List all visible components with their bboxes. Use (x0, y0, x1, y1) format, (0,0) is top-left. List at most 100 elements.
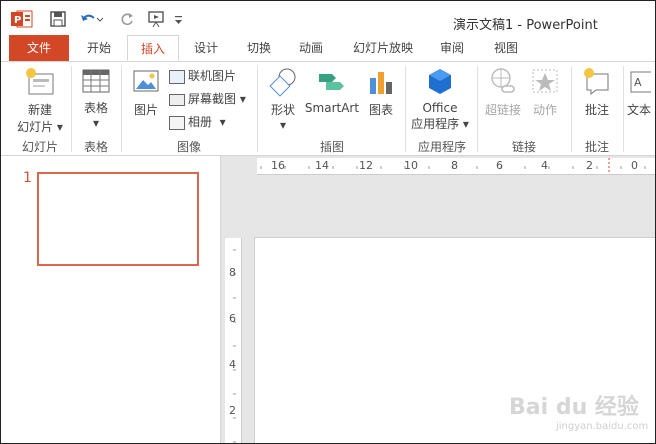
table-dropdown-arrow: ▾ (92, 116, 100, 130)
ruler-label: 2 (229, 404, 236, 417)
svg-text:A: A (634, 76, 642, 89)
tab-design[interactable]: 设计 (183, 35, 229, 61)
group-label-links: 链接 (511, 140, 536, 154)
group-divider (71, 66, 72, 152)
pictures-button[interactable]: 图片 (127, 66, 165, 118)
table-icon (82, 69, 110, 93)
office-apps-button[interactable]: Office 应用程序 ▾ (409, 66, 471, 132)
office-apps-label-1: Office (422, 101, 458, 115)
comment-label: 批注 (584, 103, 609, 117)
group-label-apps: 应用程序 (417, 140, 466, 154)
textbox-label: 文本 (627, 103, 652, 117)
group-divider (571, 66, 572, 152)
tab-home[interactable]: 开始 (76, 35, 122, 61)
textbox-icon: A (630, 71, 654, 93)
ruler-label: 4 (229, 358, 236, 371)
tab-slideshow[interactable]: 幻灯片放映 (345, 35, 421, 61)
ruler-label: 8 (229, 266, 236, 279)
chart-label: 图表 (368, 103, 393, 117)
hyperlink-icon (491, 68, 515, 93)
shapes-icon (269, 68, 296, 97)
ribbon-insert: 新建 幻灯片 ▾ 幻灯片 表格 ▾ 表格 图片 联机图片 屏幕截图 ▾ 相册 ▾… (1, 62, 655, 156)
screenshot-button[interactable]: 屏幕截图 ▾ (169, 90, 246, 107)
slideshow-icon[interactable] (147, 10, 167, 28)
tab-file[interactable]: 文件 (9, 35, 69, 61)
shapes-button[interactable]: 形状 ▾ (263, 66, 303, 132)
table-label: 表格 (83, 101, 108, 115)
new-slide-button[interactable]: 新建 幻灯片 ▾ (13, 66, 67, 135)
album-button[interactable]: 相册 ▾ (169, 113, 226, 130)
tab-review[interactable]: 审阅 (429, 35, 475, 61)
ruler-label: 6 (229, 312, 236, 325)
group-divider (121, 66, 122, 152)
customize-icon[interactable] (173, 10, 185, 28)
smartart-button[interactable]: SmartArt (304, 66, 360, 115)
new-slide-label-1: 新建 (27, 103, 52, 117)
svg-text:P: P (14, 15, 21, 26)
comment-icon (584, 68, 609, 96)
smartart-label: SmartArt (304, 101, 360, 115)
ruler-label: 2 (586, 159, 593, 172)
watermark-url: jingyan.baidu.com (556, 421, 649, 432)
title-bar: P 演示文稿1 - PowerPoint (1, 1, 655, 35)
hyperlink-button[interactable]: 超链接 (482, 66, 524, 118)
smartart-icon (319, 74, 344, 90)
action-label: 动作 (532, 103, 557, 117)
ribbon-tabs: 文件 开始 插入 设计 切换 动画 幻灯片放映 审阅 视图 (1, 35, 655, 62)
action-button[interactable]: 动作 (526, 66, 564, 118)
slide-thumbnails-pane[interactable]: 1 (1, 156, 221, 443)
redo-icon[interactable] (118, 10, 136, 28)
group-divider (257, 66, 258, 152)
tab-view[interactable]: 视图 (483, 35, 529, 61)
group-label-slides: 幻灯片 (21, 140, 58, 154)
album-label: 相册 (188, 115, 213, 129)
album-icon (169, 115, 185, 130)
shapes-dropdown-arrow: ▾ (279, 118, 287, 132)
group-divider (405, 66, 406, 152)
powerpoint-icon[interactable]: P (11, 10, 33, 28)
picture-icon (133, 70, 159, 92)
ruler-label: 0 (631, 159, 638, 172)
online-pictures-icon (169, 69, 185, 84)
tab-insert[interactable]: 插入 (127, 35, 179, 61)
group-label-tables: 表格 (83, 140, 108, 154)
powerpoint-window: P 演示文稿1 - PowerPoint 文件 开始 插入 设计 切换 动画 幻… (0, 0, 656, 444)
undo-icon[interactable] (79, 10, 103, 28)
screenshot-icon (169, 93, 185, 106)
office-apps-label-2: 应用程序 ▾ (411, 117, 469, 131)
chart-icon (370, 72, 392, 94)
group-label-illustrations: 插图 (319, 140, 344, 154)
ruler-label: 16 (271, 159, 285, 172)
vertical-ruler: 8 6 4 2 (225, 238, 242, 443)
screenshot-label: 屏幕截图 (188, 92, 237, 106)
horizontal-ruler: 16 14 12 10 8 6 4 2 0 (257, 158, 655, 175)
online-pictures-button[interactable]: 联机图片 (169, 67, 236, 84)
window-title: 演示文稿1 - PowerPoint (453, 18, 598, 33)
baidu-watermark: Bai du 经验 (509, 395, 639, 420)
group-label-images: 图像 (176, 140, 201, 154)
new-slide-icon (26, 68, 54, 95)
ruler-label: 6 (496, 159, 503, 172)
comment-button[interactable]: 批注 (576, 66, 618, 118)
table-button[interactable]: 表格 ▾ (77, 66, 115, 130)
ruler-label: 10 (404, 159, 418, 172)
action-star-icon (532, 69, 558, 93)
online-pictures-label: 联机图片 (188, 69, 237, 83)
save-icon[interactable] (49, 10, 67, 28)
tab-animations[interactable]: 动画 (288, 35, 334, 61)
ruler-label: 14 (315, 159, 329, 172)
textbox-button[interactable]: A 文本 (627, 66, 655, 118)
group-label-comments: 批注 (584, 140, 609, 154)
ruler-label: 12 (359, 159, 373, 172)
slide-number: 1 (23, 170, 32, 186)
chart-button[interactable]: 图表 (363, 66, 399, 118)
new-slide-label-2: 幻灯片 ▾ (17, 120, 63, 134)
group-divider (477, 66, 478, 152)
tab-transitions[interactable]: 切换 (236, 35, 282, 61)
office-apps-icon (429, 69, 451, 94)
pictures-label: 图片 (133, 103, 158, 117)
shapes-label: 形状 (270, 103, 295, 117)
ruler-label: 4 (541, 159, 548, 172)
slide-thumbnail[interactable] (37, 172, 199, 266)
hyperlink-label: 超链接 (484, 103, 521, 117)
